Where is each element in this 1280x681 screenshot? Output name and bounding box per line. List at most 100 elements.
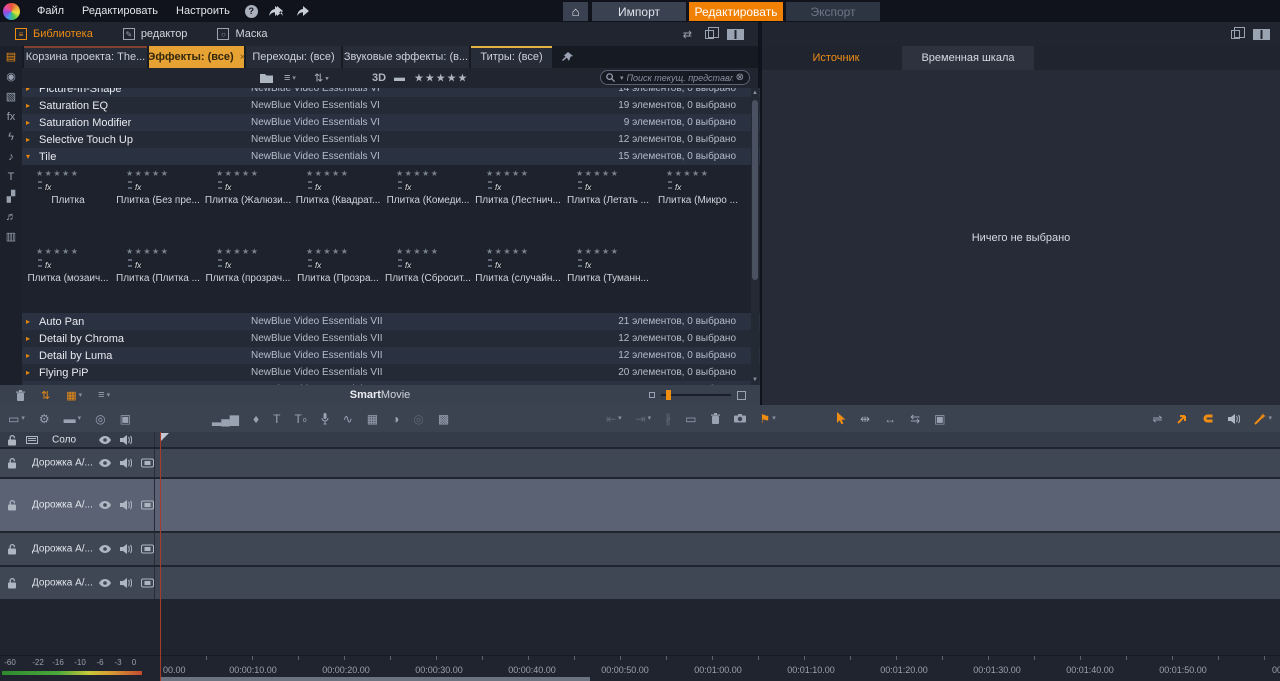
magic-wand-icon[interactable]: ▾ [1254, 413, 1272, 425]
effect-tile[interactable]: ★★★★★ fx Плитка (Комеди... [384, 168, 474, 243]
effect-group-row[interactable]: ▸ Detail by Luma NewBlue Video Essential… [22, 347, 760, 364]
rating-stars[interactable]: ★★★★★ [216, 169, 294, 178]
track-header[interactable]: Дорожка А/... [0, 449, 155, 477]
workspace-tab[interactable]: редактор [108, 22, 203, 46]
track-header[interactable]: Соло [0, 432, 155, 447]
effect-tile[interactable]: ★★★★★ fx Плитка (Жалюзи... [204, 168, 294, 243]
library-search-input[interactable]: ▾ Поиск текущ. представления ⊗ [600, 70, 750, 85]
expand-arrow-icon[interactable]: ▾ [26, 152, 39, 161]
mode-button[interactable]: Редактировать [689, 2, 783, 21]
rating-stars[interactable]: ★★★★★ [126, 247, 204, 256]
lock-icon[interactable] [7, 544, 17, 555]
effect-tile[interactable]: ★★★★★ fx Плитка (Плитка ... [114, 246, 204, 313]
track-header[interactable]: Дорожка А/... [0, 533, 155, 565]
track-lane[interactable] [155, 567, 1280, 599]
audio-mixer-icon[interactable]: ▂▄▆ [212, 413, 239, 425]
solo-keyboard-icon[interactable] [26, 436, 38, 444]
timeline-settings-gear-icon[interactable]: ⚙ [39, 413, 50, 425]
zoom-slider[interactable] [661, 394, 731, 396]
pin-tab-icon[interactable] [562, 52, 573, 62]
track-header[interactable]: Дорожка А/... [0, 479, 155, 531]
pan-zoom-icon[interactable]: ◑ [392, 413, 399, 425]
effect-group-row[interactable]: ▸ Detail by Chroma NewBlue Video Essenti… [22, 330, 760, 347]
magnet-snap-icon[interactable] [1202, 413, 1214, 424]
slide-tool-icon[interactable]: ⇆ [910, 413, 920, 425]
monitor-track-icon[interactable] [141, 501, 154, 510]
monitor-track-icon[interactable] [141, 579, 154, 588]
rating-stars[interactable]: ★★★★★ [486, 169, 564, 178]
timeline-hscrollbar-thumb[interactable] [160, 677, 590, 681]
zoom-in-icon[interactable] [737, 391, 746, 400]
multitrack-grid-icon[interactable]: ▦ [367, 413, 378, 425]
lightning-icon[interactable]: ϟ [8, 131, 14, 143]
expand-arrow-icon[interactable]: ▸ [26, 317, 39, 326]
rating-stars[interactable]: ★★★★★ [36, 247, 114, 256]
scroll-up-icon[interactable]: ▲ [751, 90, 759, 96]
lock-icon[interactable] [7, 434, 17, 445]
lock-icon[interactable] [7, 578, 17, 589]
speaker-mute-icon[interactable] [120, 435, 132, 445]
eye-visibility-icon[interactable] [99, 459, 111, 467]
track-name[interactable]: Дорожка А/... [32, 578, 93, 589]
montage-icon[interactable]: ▞ [7, 191, 15, 203]
workspace-tab[interactable]: Маска [202, 22, 282, 46]
record-icon[interactable]: ◎ [95, 413, 105, 425]
workspace-tab[interactable]: Библиотека [0, 22, 108, 46]
effect-tile[interactable]: ★★★★★ fx Плитка (прозрач... [204, 246, 294, 313]
music-note-icon[interactable]: ♪ [8, 151, 14, 163]
effect-tile[interactable]: ★★★★★ fx Плитка [24, 168, 114, 243]
library-tab[interactable]: Переходы: (все) [246, 46, 341, 68]
effect-tile[interactable]: ★★★★★ fx Плитка (случайн... [474, 246, 564, 313]
project-bin-icon[interactable]: ▤ [6, 51, 16, 63]
track-lane[interactable] [155, 479, 1280, 531]
rating-filter-stars[interactable]: ★★★★★ [414, 72, 468, 85]
effect-tile[interactable]: ★★★★★ fx Плитка (Микро ... [654, 168, 744, 243]
monitor-track-icon[interactable] [141, 459, 154, 468]
timeline-track[interactable]: Дорожка А/... [0, 533, 1280, 565]
detach-panel-icon[interactable]: ⇄ [683, 28, 692, 41]
home-button[interactable]: ⌂ [563, 2, 588, 21]
timeline-track[interactable]: Соло [0, 432, 1280, 447]
keyframe-icon[interactable]: ♦ [253, 413, 259, 425]
clear-search-icon[interactable]: ⊗ [736, 72, 744, 83]
track-name[interactable]: Дорожка А/... [32, 500, 93, 511]
zoom-out-icon[interactable] [649, 392, 655, 398]
subtitle-icon[interactable]: To [294, 411, 306, 427]
rating-stars[interactable]: ★★★★★ [576, 169, 654, 178]
undo-icon[interactable] [269, 6, 283, 17]
select-cursor-icon[interactable] [836, 412, 846, 425]
speaker-mute-icon[interactable] [120, 500, 132, 510]
effect-group-row[interactable]: ▸ Flying PiP NewBlue Video Essentials VI… [22, 364, 760, 381]
track-name[interactable]: Соло [52, 434, 76, 445]
track-name[interactable]: Дорожка А/... [32, 544, 93, 555]
mark-in-icon[interactable]: ⇤▾ [606, 413, 622, 425]
effect-tile[interactable]: ★★★★★ fx Плитка (Летать ... [564, 168, 654, 243]
timeline-ruler[interactable]: -60-22-16-10-6-30 00.0000:00:10.0000:00:… [0, 655, 1280, 681]
speaker-mute-icon[interactable] [120, 544, 132, 554]
send-to-timeline-icon[interactable] [1176, 413, 1188, 424]
effect-tile[interactable]: ★★★★★ fx Плитка (Туманн... [564, 246, 654, 313]
mark-out-icon[interactable]: ⇥▾ [636, 413, 652, 425]
close-icon[interactable]: × [240, 52, 246, 63]
voiceover-mic-icon[interactable] [321, 413, 329, 425]
player-tab[interactable]: Временная шкала [902, 46, 1034, 70]
titles-icon[interactable]: T [8, 171, 15, 183]
balance-icon[interactable]: ⇌ [1152, 413, 1162, 425]
3d-filter-button[interactable]: 3D [372, 72, 386, 84]
eye-visibility-icon[interactable] [99, 436, 111, 444]
delete-clip-icon[interactable] [711, 413, 720, 424]
monitor-track-icon[interactable] [141, 545, 154, 554]
track-lane[interactable] [155, 432, 1280, 447]
undock-player-icon[interactable] [1231, 30, 1240, 39]
effect-group-row[interactable]: ▸ Picture-In-Shape NewBlue Video Essenti… [22, 88, 760, 97]
rating-stars[interactable]: ★★★★★ [396, 169, 474, 178]
speaker-mute-icon[interactable] [120, 578, 132, 588]
playhead[interactable] [160, 432, 161, 681]
blend-mode-icon[interactable]: ◎ [413, 413, 423, 425]
effect-tile[interactable]: ★★★★★ fx Плитка (Прозра... [294, 246, 384, 313]
marker-flag-icon[interactable]: ⚑▾ [760, 413, 776, 425]
library-tab[interactable]: Звуковые эффекты: (в... [343, 46, 469, 68]
rating-stars[interactable]: ★★★★★ [576, 247, 654, 256]
scrollbar-thumb[interactable] [752, 100, 758, 280]
expand-arrow-icon[interactable]: ▸ [26, 135, 39, 144]
